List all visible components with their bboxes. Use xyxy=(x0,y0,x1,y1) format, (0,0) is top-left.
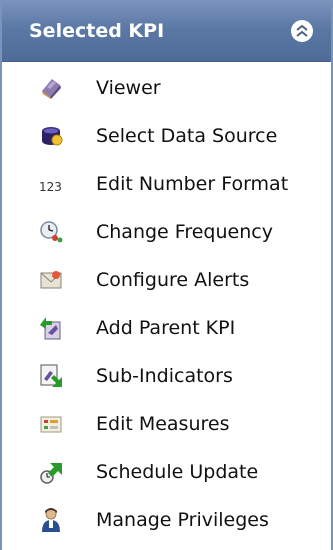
privileges-icon xyxy=(38,507,64,533)
frequency-icon xyxy=(38,219,64,245)
action-label: Edit Number Format xyxy=(96,173,289,195)
action-edit-number-format[interactable]: 123 Edit Number Format xyxy=(2,160,331,208)
action-label: Configure Alerts xyxy=(96,269,250,291)
add-parent-icon xyxy=(38,315,64,341)
action-label: Manage Privileges xyxy=(96,509,269,531)
panel-title: Selected KPI xyxy=(29,19,165,42)
action-schedule-update[interactable]: Schedule Update xyxy=(2,448,331,496)
action-edit-measures[interactable]: Edit Measures xyxy=(2,400,331,448)
collapse-button[interactable] xyxy=(291,19,313,42)
action-list: Viewer Select Data Source 123 Edit Numbe… xyxy=(2,62,331,544)
action-label: Add Parent KPI xyxy=(96,317,236,339)
panel-header[interactable]: Selected KPI xyxy=(2,0,331,62)
action-label: Viewer xyxy=(96,77,161,99)
action-label: Edit Measures xyxy=(96,413,230,435)
action-sub-indicators[interactable]: Sub-Indicators xyxy=(2,352,331,400)
action-label: Select Data Source xyxy=(96,125,278,147)
svg-text:123: 123 xyxy=(39,180,62,194)
alerts-icon xyxy=(38,267,64,293)
action-select-data-source[interactable]: Select Data Source xyxy=(2,112,331,160)
action-manage-privileges[interactable]: Manage Privileges xyxy=(2,496,331,544)
schedule-icon xyxy=(38,459,64,485)
sub-indicators-icon xyxy=(38,363,64,389)
action-label: Change Frequency xyxy=(96,221,273,243)
action-add-parent-kpi[interactable]: Add Parent KPI xyxy=(2,304,331,352)
action-label: Sub-Indicators xyxy=(96,365,233,387)
action-change-frequency[interactable]: Change Frequency xyxy=(2,208,331,256)
chevron-double-up-icon xyxy=(296,24,308,37)
measures-icon xyxy=(38,411,64,437)
number-format-icon: 123 xyxy=(38,171,64,197)
data-source-icon xyxy=(38,123,64,149)
action-label: Schedule Update xyxy=(96,461,259,483)
viewer-icon xyxy=(38,75,64,101)
action-viewer[interactable]: Viewer xyxy=(2,64,331,112)
action-configure-alerts[interactable]: Configure Alerts xyxy=(2,256,331,304)
selected-kpi-panel: Selected KPI Viewer Select Data Source 1… xyxy=(0,0,333,550)
